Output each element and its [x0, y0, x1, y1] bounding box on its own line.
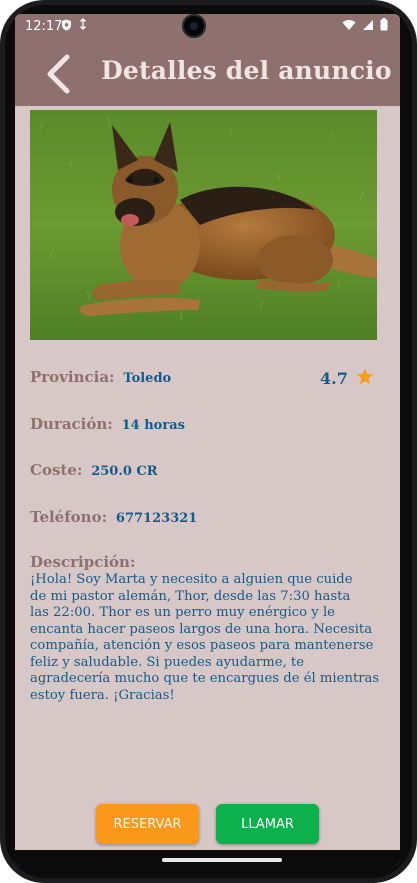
wifi-icon [342, 19, 356, 35]
chevron-left-icon [47, 54, 70, 94]
province-row: Provincia: Toledo [30, 368, 171, 386]
cost-label: Coste: [30, 461, 83, 479]
duration-value: 14 horas [121, 418, 185, 433]
description-line: las 22:00. Thor es un perro muy enérgico… [30, 605, 335, 620]
back-button[interactable] [41, 54, 75, 94]
home-gesture-handle[interactable] [162, 858, 282, 862]
signal-icon [362, 19, 374, 35]
rating-value: 4.7 [320, 369, 348, 388]
phone-label: Teléfono: [30, 508, 108, 526]
star-icon [356, 368, 374, 389]
cost-row: Coste: 250.0 CR [30, 461, 158, 479]
battery-icon [380, 18, 388, 35]
app-bar: Detalles del anuncio [15, 40, 400, 106]
screen: 12:17 Detalles del anuncio Provincia: To… [15, 14, 400, 866]
reserve-button[interactable]: RESERVAR [96, 804, 199, 844]
description-line: ¡Hola! Soy Marta y necesito a alguien qu… [30, 572, 353, 587]
front-camera [182, 14, 206, 38]
description-line: agradecería mucho que te encargues de él… [30, 671, 380, 686]
page-title: Detalles del anuncio [101, 56, 392, 85]
description-line: feliz y saludable. Si puedes ayudarme, t… [30, 654, 304, 670]
phone-row: Teléfono: 677123321 [30, 508, 197, 526]
description-line: compañía, atención y esos paseos para ma… [30, 638, 374, 653]
status-bar: 12:17 [15, 14, 400, 40]
shield-icon [61, 19, 72, 34]
province-value: Toledo [123, 371, 172, 386]
province-label: Provincia: [30, 368, 115, 386]
dog-photo [30, 110, 377, 340]
description-text: ¡Hola! Soy Marta y necesito a alguien qu… [30, 572, 386, 704]
duration-row: Duración: 14 horas [30, 415, 185, 433]
cost-value: 250.0 CR [91, 464, 158, 479]
sync-icon [79, 18, 87, 33]
duration-label: Duración: [30, 415, 113, 433]
rating: 4.7 [320, 368, 374, 389]
description-line: estoy fuera. ¡Gracias! [30, 687, 175, 703]
status-icons [342, 18, 388, 35]
description-line: encanta hacer paseos largos de una hora.… [30, 621, 373, 637]
status-time: 12:17 [25, 19, 63, 34]
description-line: de mi pastor alemán, Thor, desde las 7:3… [30, 588, 351, 604]
phone-value[interactable]: 677123321 [116, 511, 197, 526]
call-button[interactable]: LLAMAR [216, 804, 319, 844]
description-label: Descripción: [30, 553, 136, 571]
